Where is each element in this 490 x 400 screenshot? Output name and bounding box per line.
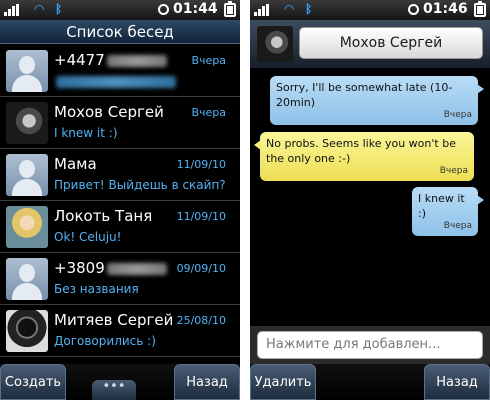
- conversation-date: 11/09/10: [176, 210, 226, 223]
- bottom-toolbar: Создать ••• Назад: [0, 364, 240, 400]
- message-time: Вчера: [439, 166, 468, 176]
- outgoing-message: I knew it :) Вчера: [412, 187, 484, 236]
- conversation-item[interactable]: Мохов Сергей Вчера I knew it :): [0, 97, 240, 149]
- contact-photo: [6, 310, 48, 352]
- battery-icon: [224, 1, 236, 17]
- alarm-icon: [158, 4, 169, 15]
- incoming-message: No probs. Seems like you won't be the on…: [254, 132, 474, 181]
- chat-screen: ◠ ᛒ 01:46 Мохов Сергей Sorry, I'll be so…: [250, 0, 490, 400]
- contact-name: +4477: [54, 51, 167, 69]
- back-button[interactable]: Назад: [174, 364, 240, 400]
- status-time: 01:44: [173, 1, 218, 17]
- bluetooth-icon: ᛒ: [305, 2, 313, 16]
- conversation-item[interactable]: +4477 Вчера: [0, 45, 240, 97]
- wifi-icon: ◠: [34, 2, 45, 16]
- bottom-toolbar: Удалить Назад: [250, 364, 490, 400]
- status-bar: ◠ ᛒ 01:44: [0, 0, 240, 20]
- contact-name: Митяев Сергей: [54, 311, 174, 329]
- conversation-item[interactable]: Митяев Сергей 25/08/10 Договорились :): [0, 305, 240, 357]
- contact-name: Мама: [54, 155, 97, 173]
- contact-photo: [257, 26, 293, 62]
- contact-name: +3809: [54, 259, 167, 277]
- outgoing-message: Sorry, I'll be somewhat late (10-20min) …: [270, 76, 484, 125]
- message-time: Вчера: [443, 221, 472, 231]
- redacted-preview: [56, 75, 176, 88]
- conversation-preview: Без названия: [54, 282, 139, 296]
- contact-photo: [6, 102, 48, 144]
- message-time: Вчера: [443, 110, 472, 120]
- default-contact-icon: [6, 258, 48, 300]
- message-thread[interactable]: Sorry, I'll be somewhat late (10-20min) …: [250, 68, 490, 326]
- compose-bar: Нажмите для добавлен...: [250, 326, 490, 364]
- contact-photo: [6, 206, 48, 248]
- message-text: Sorry, I'll be somewhat late (10-20min): [276, 81, 453, 109]
- page-title: Список бесед: [0, 20, 240, 44]
- alarm-icon: [408, 4, 419, 15]
- conversation-item[interactable]: +3809 09/09/10 Без названия: [0, 253, 240, 305]
- message-text: No probs. Seems like you won't be the on…: [266, 137, 456, 165]
- status-time: 01:46: [423, 1, 468, 17]
- conversation-item[interactable]: Локоть Таня 11/09/10 Ok! Celuju!: [0, 201, 240, 253]
- back-button[interactable]: Назад: [424, 364, 490, 400]
- message-text: I knew it :): [418, 192, 465, 220]
- message-input[interactable]: Нажмите для добавлен...: [257, 331, 483, 359]
- conversation-date: 25/08/10: [176, 314, 226, 327]
- contact-name: Мохов Сергей: [54, 103, 164, 121]
- conversation-date: 09/09/10: [176, 262, 226, 275]
- conversation-date: 11/09/10: [176, 158, 226, 171]
- conversation-list-screen: ◠ ᛒ 01:44 Список бесед +4477 Вчера Мохов…: [0, 0, 240, 400]
- default-contact-icon: [6, 50, 48, 92]
- conversation-date: Вчера: [191, 54, 226, 67]
- conversation-preview: I knew it :): [54, 126, 118, 140]
- delete-button[interactable]: Удалить: [250, 364, 316, 400]
- chat-header: Мохов Сергей: [250, 20, 490, 68]
- contact-name: Локоть Таня: [54, 207, 153, 225]
- battery-icon: [474, 1, 486, 17]
- conversation-item[interactable]: Мама 11/09/10 Привет! Выйдешь в скайп?: [0, 149, 240, 201]
- redacted-number: [106, 262, 167, 275]
- signal-icon: [254, 4, 270, 16]
- default-contact-icon: [6, 154, 48, 196]
- create-button[interactable]: Создать: [0, 364, 66, 400]
- conversation-date: Вчера: [191, 106, 226, 119]
- bluetooth-icon: ᛒ: [55, 2, 63, 16]
- wifi-icon: ◠: [284, 2, 295, 16]
- conversation-preview: Договорились :): [54, 334, 156, 348]
- signal-icon: [4, 4, 20, 16]
- redacted-number: [106, 54, 167, 67]
- conversation-preview: Привет! Выйдешь в скайп?: [54, 178, 226, 192]
- contact-name-button[interactable]: Мохов Сергей: [299, 27, 483, 59]
- more-button[interactable]: •••: [92, 380, 136, 400]
- conversation-preview: [54, 74, 176, 88]
- status-bar: ◠ ᛒ 01:46: [250, 0, 490, 20]
- conversation-preview: Ok! Celuju!: [54, 230, 122, 244]
